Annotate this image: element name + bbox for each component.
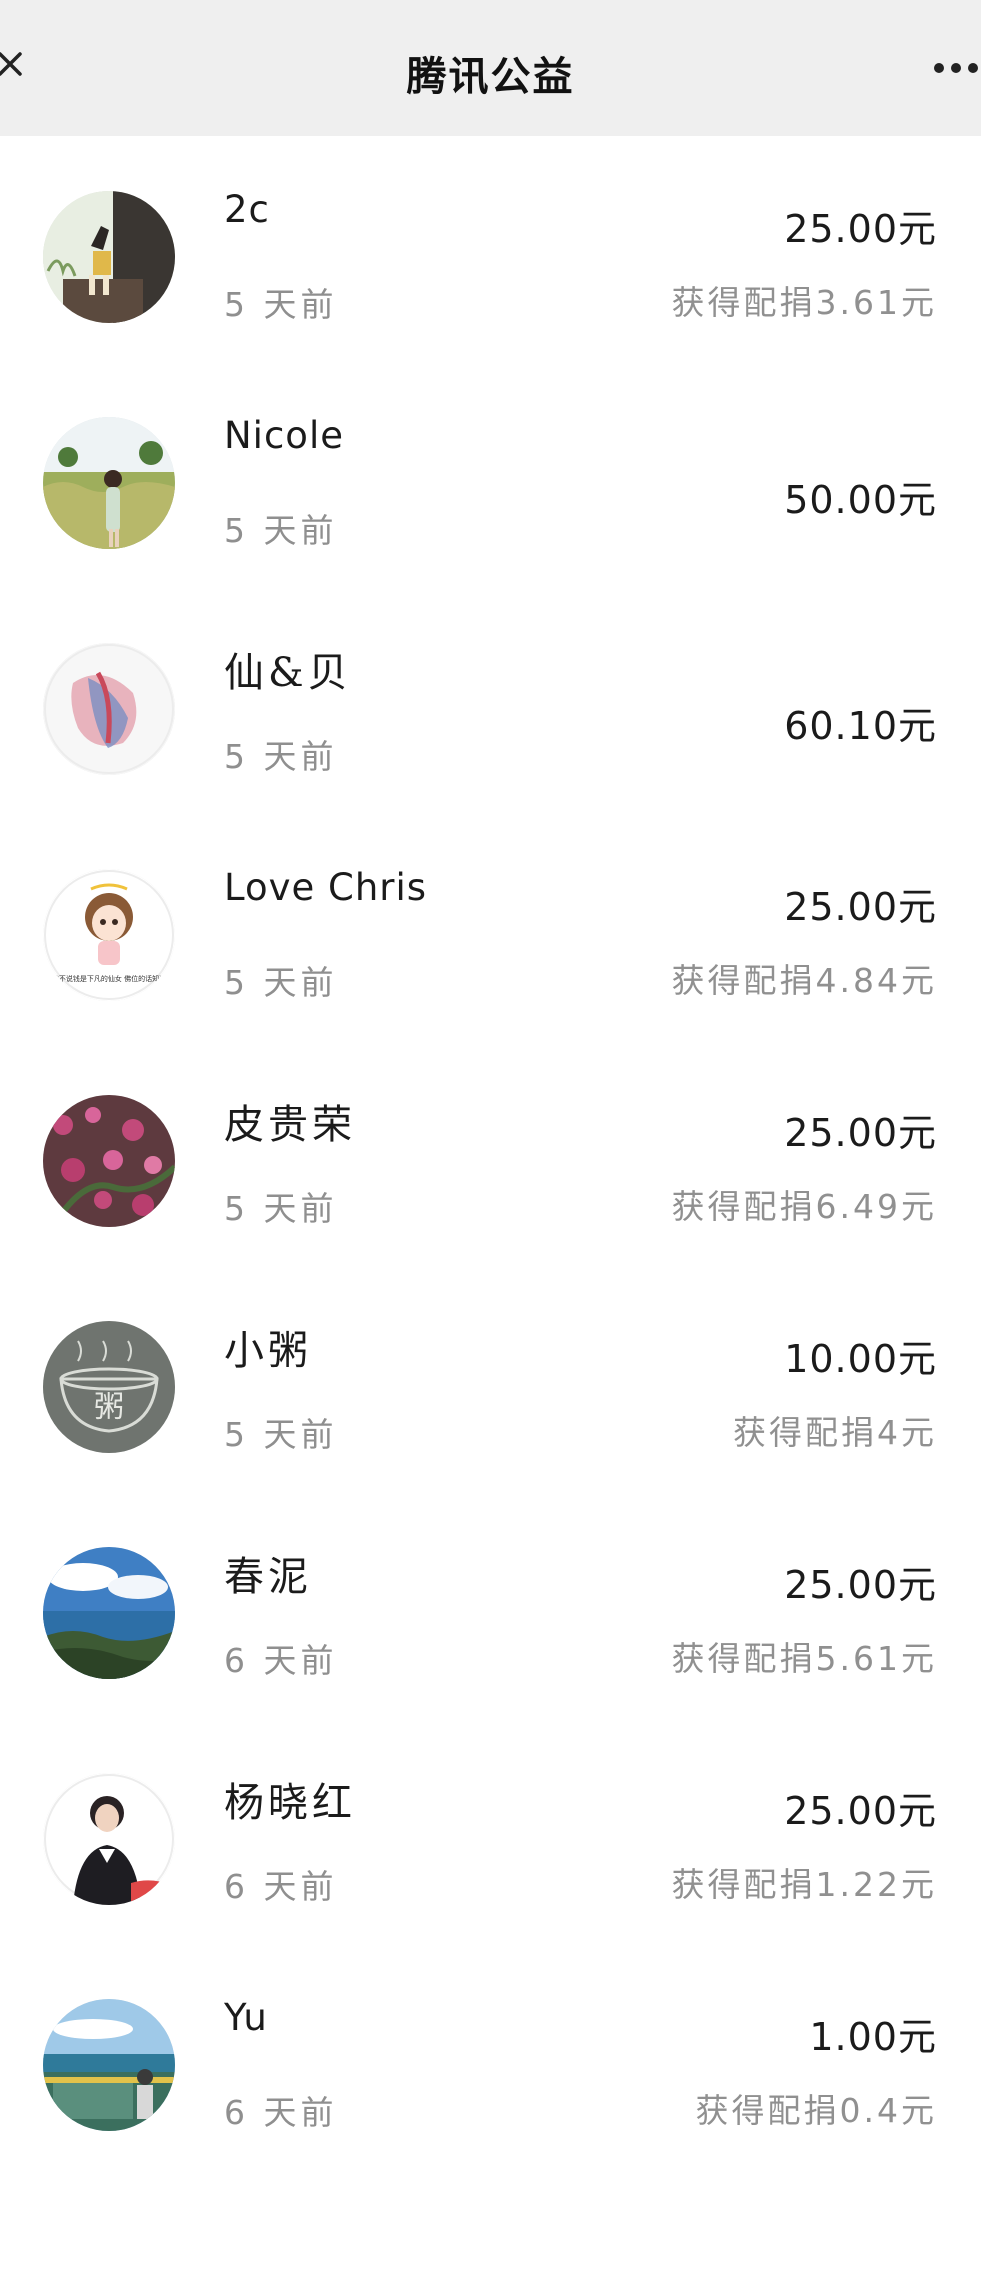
page-title: 腾讯公益 xyxy=(406,53,575,100)
donation-item[interactable]: 仙&贝 5 天前 60.10元 xyxy=(0,588,981,814)
donation-amount: 25.00元 xyxy=(784,885,937,929)
avatar[interactable]: 做不说钱是下凡的仙女 佛位的话知道 xyxy=(43,869,175,1001)
donation-time: 6 天前 xyxy=(224,1641,338,1680)
donation-amount: 10.00元 xyxy=(784,1337,937,1381)
matched-donation: 获得配捐6.49元 xyxy=(671,1187,937,1226)
donation-item[interactable]: 春泥 6 天前 25.00元 获得配捐5.61元 xyxy=(0,1492,981,1718)
donation-item[interactable]: 2c 5 天前 25.00元 获得配捐3.61元 xyxy=(0,136,981,362)
donor-name: Love Chris xyxy=(224,866,428,909)
avatar[interactable] xyxy=(43,1547,175,1679)
avatar[interactable] xyxy=(43,1773,175,1905)
donation-item[interactable]: Yu 6 天前 1.00元 获得配捐0.4元 xyxy=(0,1944,981,2170)
matched-donation: 获得配捐0.4元 xyxy=(695,2091,937,2130)
more-dots-icon xyxy=(934,63,978,73)
donation-time: 5 天前 xyxy=(224,1415,338,1454)
donation-item[interactable]: 皮贵荣 5 天前 25.00元 获得配捐6.49元 xyxy=(0,1040,981,1266)
donor-name: 春泥 xyxy=(224,1554,312,1600)
avatar[interactable]: 粥 xyxy=(43,1321,175,1453)
donation-amount: 1.00元 xyxy=(809,2015,937,2059)
donation-item[interactable]: 做不说钱是下凡的仙女 佛位的话知道 Love Chris 5 天前 25.00元… xyxy=(0,814,981,1040)
more-button[interactable] xyxy=(931,58,981,78)
donation-amount: 60.10元 xyxy=(784,704,937,748)
donation-amount: 25.00元 xyxy=(784,1789,937,1833)
donor-name: Yu xyxy=(224,1996,268,2039)
donation-item[interactable]: Nicole 5 天前 50.00元 xyxy=(0,362,981,588)
donation-item[interactable]: 粥 小粥 5 天前 10.00元 获得配捐4元 xyxy=(0,1266,981,1492)
donation-time: 5 天前 xyxy=(224,963,338,1002)
donation-list: 2c 5 天前 25.00元 获得配捐3.61元 Nicole 5 天前 50.… xyxy=(0,136,981,2170)
donation-item[interactable]: 杨晓红 6 天前 25.00元 获得配捐1.22元 xyxy=(0,1718,981,1944)
donation-time: 5 天前 xyxy=(224,737,338,776)
top-bar: 腾讯公益 xyxy=(0,0,981,136)
donation-amount: 50.00元 xyxy=(784,478,937,522)
donor-name: 杨晓红 xyxy=(224,1780,356,1826)
matched-donation: 获得配捐4元 xyxy=(733,1413,937,1452)
donor-name: 皮贵荣 xyxy=(224,1102,356,1148)
donation-list-page: 腾讯公益 2c 5 天前 25.00元 获得配捐3.61元 Nicole 5 天… xyxy=(0,0,981,2283)
matched-donation: 获得配捐3.61元 xyxy=(671,283,937,322)
matched-donation: 获得配捐4.84元 xyxy=(671,961,937,1000)
avatar[interactable] xyxy=(43,1999,175,2131)
donation-time: 6 天前 xyxy=(224,1867,338,1906)
donor-name: 2c xyxy=(224,188,270,231)
avatar[interactable] xyxy=(43,1095,175,1227)
donation-amount: 25.00元 xyxy=(784,1111,937,1155)
donation-time: 5 天前 xyxy=(224,1189,338,1228)
avatar-caption: 粥 xyxy=(94,1390,124,1425)
donation-time: 6 天前 xyxy=(224,2093,338,2132)
avatar[interactable] xyxy=(43,191,175,323)
donation-time: 5 天前 xyxy=(224,285,338,324)
donor-name: 仙&贝 xyxy=(224,650,352,696)
donation-amount: 25.00元 xyxy=(784,207,937,251)
donation-time: 5 天前 xyxy=(224,511,338,550)
matched-donation: 获得配捐1.22元 xyxy=(671,1865,937,1904)
donation-amount: 25.00元 xyxy=(784,1563,937,1607)
matched-donation: 获得配捐5.61元 xyxy=(671,1639,937,1678)
donor-name: 小粥 xyxy=(224,1328,312,1374)
avatar[interactable] xyxy=(43,417,175,549)
avatar[interactable] xyxy=(43,643,175,775)
donor-name: Nicole xyxy=(224,414,344,457)
avatar-caption: 做不说钱是下凡的仙女 佛位的话知道 xyxy=(52,974,166,983)
